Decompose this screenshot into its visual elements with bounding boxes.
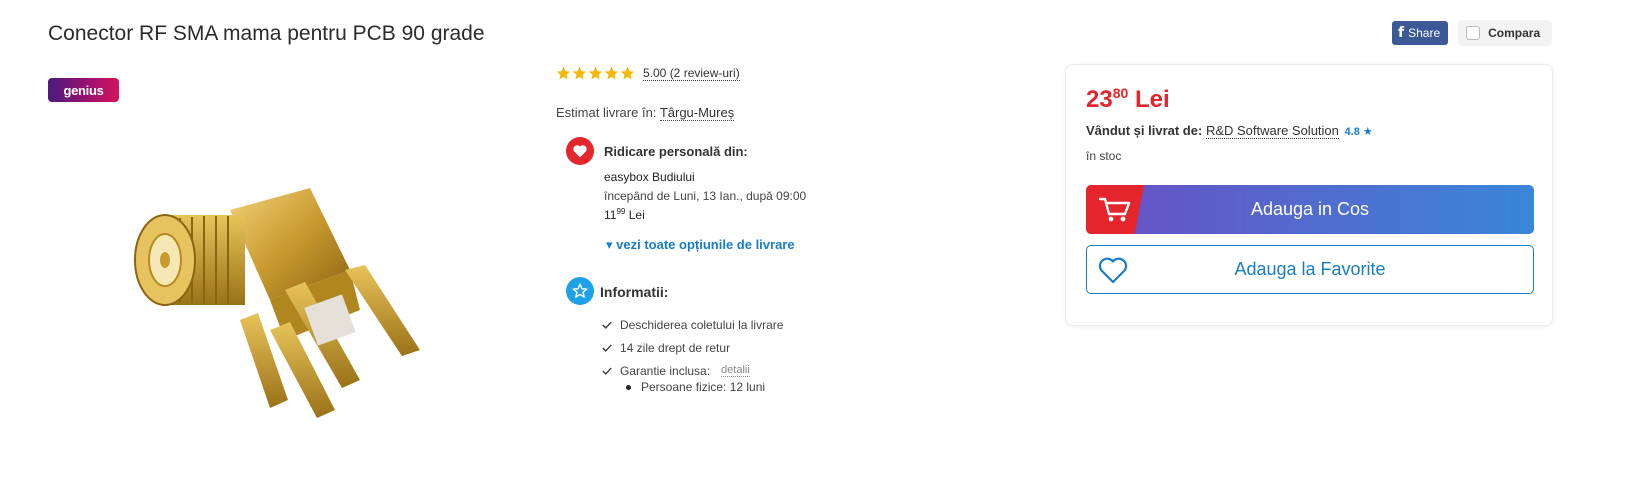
genius-badge: genius xyxy=(48,78,119,102)
seller-name-link[interactable]: R&D Software Solution xyxy=(1205,123,1339,139)
pickup-currency: Lei xyxy=(628,208,645,222)
seller-rating[interactable]: 4.8 ★ xyxy=(1345,126,1373,138)
cart-icon xyxy=(1086,185,1144,234)
price-currency: Lei xyxy=(1134,86,1170,113)
info-item: Garantie inclusa: detalii xyxy=(602,359,783,382)
check-icon xyxy=(602,344,612,352)
compare-button[interactable]: Compara xyxy=(1458,20,1553,46)
share-label: Share xyxy=(1408,26,1441,40)
check-icon xyxy=(602,321,612,329)
pickup-title: Ridicare personală din: xyxy=(604,144,748,159)
caret-down-icon: ▾ xyxy=(606,237,613,252)
star-icon: ★ xyxy=(1362,126,1373,138)
pickup-price-dec: 99 xyxy=(616,207,626,216)
heart-icon xyxy=(566,137,594,165)
seller-label: Vândut și livrat de: xyxy=(1086,123,1203,138)
buy-box: 2380 Lei Vândut și livrat de: R&D Softwa… xyxy=(1065,64,1553,326)
star-outline-icon xyxy=(566,277,594,305)
star-icon xyxy=(588,66,603,80)
share-button[interactable]: f Share xyxy=(1392,21,1449,45)
stock-status: în stoc xyxy=(1086,149,1122,163)
product-price: 2380 Lei xyxy=(1086,85,1170,114)
rating-stars xyxy=(556,66,635,81)
compare-label: Compara xyxy=(1488,26,1541,40)
warranty-sub-item: Persoane fizice: 12 luni xyxy=(626,380,765,394)
rating-row: 5.00 (2 review-uri) xyxy=(556,66,740,81)
all-delivery-options-label: vezi toate opțiunile de livrare xyxy=(616,237,795,252)
delivery-estimate-label: Estimat livrare în: xyxy=(556,105,657,120)
add-to-cart-label: Adauga in Cos xyxy=(1250,199,1370,219)
add-to-favorites-button[interactable]: Adauga la Favorite xyxy=(1086,245,1534,294)
star-icon xyxy=(604,66,619,80)
star-icon xyxy=(572,66,587,80)
info-list: Deschiderea coletului la livrare 14 zile… xyxy=(602,313,783,382)
pickup-price: 1199 Lei xyxy=(604,207,645,222)
seller-rating-value: 4.8 xyxy=(1344,126,1360,138)
bullet-icon xyxy=(626,384,631,390)
add-to-favorites-label: Adauga la Favorite xyxy=(1234,259,1386,279)
facebook-icon: f xyxy=(1398,25,1405,41)
seller-info: Vândut și livrat de: R&D Software Soluti… xyxy=(1086,123,1373,139)
compare-checkbox[interactable] xyxy=(1466,26,1481,40)
pickup-price-int: 11 xyxy=(604,208,617,222)
info-item-label: Garantie inclusa: xyxy=(620,363,711,378)
info-item: Deschiderea coletului la livrare xyxy=(602,313,783,336)
product-title: Conector RF SMA mama pentru PCB 90 grade xyxy=(48,22,485,45)
price-dec: 80 xyxy=(1112,85,1129,101)
add-to-cart-button[interactable]: Adauga in Cos xyxy=(1086,185,1534,234)
delivery-estimate: Estimat livrare în: Târgu-Mureș xyxy=(556,105,735,121)
all-delivery-options-link[interactable]: ▾ vezi toate opțiunile de livrare xyxy=(606,237,795,253)
delivery-city-link[interactable]: Târgu-Mureș xyxy=(659,105,735,121)
info-item-label: Deschiderea coletului la livrare xyxy=(620,317,784,332)
heart-outline-icon xyxy=(1098,257,1128,284)
product-image[interactable] xyxy=(120,150,480,450)
star-icon xyxy=(620,66,635,80)
star-icon xyxy=(556,66,571,80)
price-int: 23 xyxy=(1086,86,1113,113)
warranty-sub-item-label: Persoane fizice: 12 luni xyxy=(641,380,766,394)
info-item-label: 14 zile drept de retur xyxy=(620,340,731,355)
check-icon xyxy=(602,367,612,375)
top-actions: f Share Compara xyxy=(1392,20,1553,46)
info-item: 14 zile drept de retur xyxy=(602,336,783,359)
pickup-location: easybox Budiului xyxy=(604,170,695,184)
warranty-details-link[interactable]: detalii xyxy=(721,364,750,377)
info-title: Informatii: xyxy=(600,284,669,300)
pickup-when: începând de Luni, 13 Ian., după 09:00 xyxy=(604,189,807,203)
reviews-link[interactable]: 5.00 (2 review-uri) xyxy=(643,66,740,81)
